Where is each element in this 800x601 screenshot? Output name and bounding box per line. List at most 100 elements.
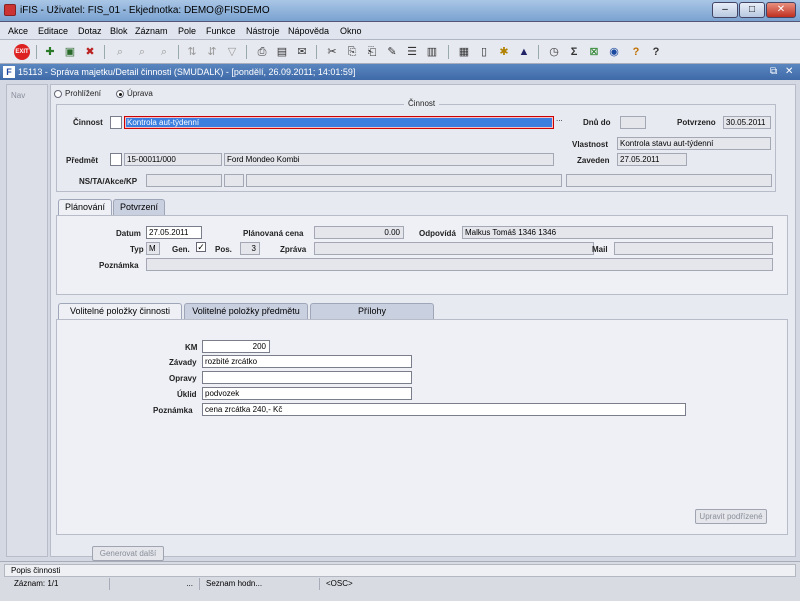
nav-label[interactable]: Nav xyxy=(11,91,25,100)
paste-icon[interactable]: ⎗ xyxy=(364,44,380,60)
list-icon[interactable]: ☰ xyxy=(404,44,420,60)
upravit-podrizene-button[interactable]: Upravit podřízené xyxy=(695,509,767,524)
new-record-icon[interactable]: ✚ xyxy=(42,44,58,60)
menu-bar: Akce Editace Dotaz Blok Záznam Pole Funk… xyxy=(0,22,800,40)
tab-planovani[interactable]: Plánování xyxy=(58,199,112,215)
ns-field[interactable] xyxy=(146,174,222,187)
volitelne-poznamka-field[interactable]: cena zrcátka 240,- Kč xyxy=(202,403,686,416)
document-icon[interactable]: ▯ xyxy=(476,44,492,60)
minimize-button[interactable]: – xyxy=(712,2,738,18)
restore-form-icon[interactable]: ⧉ xyxy=(770,66,777,77)
menu-napoveda[interactable]: Nápověda xyxy=(288,26,329,36)
toolbar-separator xyxy=(36,45,37,59)
excel-icon[interactable]: ⊠ xyxy=(586,44,602,60)
pos-label: Pos. xyxy=(215,245,232,254)
globe-icon[interactable]: ◉ xyxy=(606,44,622,60)
mode-radio-uprava[interactable] xyxy=(116,90,124,98)
ta-field[interactable] xyxy=(224,174,244,187)
close-window-button[interactable]: ✕ xyxy=(766,2,796,18)
tab-volitelne-cinnosti[interactable]: Volitelné položky činnosti xyxy=(58,303,182,319)
menu-dotaz[interactable]: Dotaz xyxy=(78,26,102,36)
pos-field[interactable]: 3 xyxy=(240,242,260,255)
cinnost-flag-field[interactable] xyxy=(110,116,122,129)
toolbar: EXIT ✚ ▣ ✖ ⌕ ⌕ ⌕ ⇅ ⇵ ▽ ⎙ ▤ ✉ ✂ ⎘ ⎗ ✎ ☰ ▥… xyxy=(0,40,800,64)
gen-label: Gen. xyxy=(172,245,190,254)
menu-nastroje[interactable]: Nástroje xyxy=(246,26,280,36)
form-titlebar: F 15113 - Správa majetku/Detail činnosti… xyxy=(0,64,800,80)
help-icon[interactable]: ? xyxy=(628,44,644,60)
filter-icon[interactable]: ▽ xyxy=(224,44,240,60)
menu-okno[interactable]: Okno xyxy=(340,26,362,36)
tab-potvrzeni[interactable]: Potvrzení xyxy=(113,199,165,215)
toolbar-separator xyxy=(104,45,105,59)
zprava-field[interactable] xyxy=(314,242,594,255)
menu-pole[interactable]: Pole xyxy=(178,26,196,36)
datum-field[interactable]: 27.05.2011 xyxy=(146,226,202,239)
menu-editace[interactable]: Editace xyxy=(38,26,68,36)
tab-prilohy[interactable]: Přílohy xyxy=(310,303,434,319)
vlastnost-label: Vlastnost xyxy=(572,140,609,149)
query-execute-icon[interactable]: ⌕ xyxy=(134,44,150,60)
menu-zaznam[interactable]: Záznam xyxy=(135,26,168,36)
zaveden-field[interactable]: 27.05.2011 xyxy=(617,153,687,166)
typ-field[interactable]: M xyxy=(146,242,160,255)
uklid-field[interactable]: podvozek xyxy=(202,387,412,400)
toolbar-separator xyxy=(246,45,247,59)
volitelne-poznamka-label: Poznámka xyxy=(153,406,193,415)
poznamka-field[interactable] xyxy=(146,258,773,271)
lov-button[interactable]: ... xyxy=(556,114,563,123)
sort-desc-icon[interactable]: ⇵ xyxy=(204,44,220,60)
cinnost-field[interactable]: Kontrola aut-týdenní xyxy=(124,116,554,129)
typ-label: Typ xyxy=(130,245,144,254)
volitelne-panel xyxy=(56,319,788,535)
window-title: iFIS - Uživatel: FIS_01 - Ekjednotka: DE… xyxy=(20,5,270,16)
report-icon[interactable]: ▤ xyxy=(274,44,290,60)
app-icon xyxy=(4,4,16,16)
mode-label-uprava: Úprava xyxy=(127,89,153,98)
clock-icon[interactable]: ◷ xyxy=(546,44,562,60)
km-field[interactable]: 200 xyxy=(202,340,270,353)
cut-icon[interactable]: ✂ xyxy=(324,44,340,60)
maximize-button[interactable]: □ xyxy=(739,2,765,18)
odpovida-field[interactable]: Malkus Tomáš 1346 1346 xyxy=(462,226,773,239)
sort-asc-icon[interactable]: ⇅ xyxy=(184,44,200,60)
delete-record-icon[interactable]: ✖ xyxy=(82,44,98,60)
query-count-icon[interactable]: ⌕ xyxy=(156,44,172,60)
generovat-dalsi-button[interactable]: Generovat další xyxy=(92,546,164,561)
columns-icon[interactable]: ▥ xyxy=(424,44,440,60)
copy-icon[interactable]: ⎘ xyxy=(344,44,360,60)
menu-blok[interactable]: Blok xyxy=(110,26,128,36)
akce-field[interactable] xyxy=(246,174,562,187)
sum-icon[interactable]: Σ xyxy=(566,44,582,60)
opravy-field[interactable] xyxy=(202,371,412,384)
predmet-name-field[interactable]: Ford Mondeo Kombi xyxy=(224,153,554,166)
context-help-icon[interactable]: ? xyxy=(648,44,664,60)
mail-field[interactable] xyxy=(614,242,773,255)
predmet-label: Předmět xyxy=(66,156,99,165)
menu-akce[interactable]: Akce xyxy=(8,26,28,36)
tab-volitelne-predmetu[interactable]: Volitelné položky předmětu xyxy=(184,303,308,319)
predmet-flag-field[interactable] xyxy=(110,153,122,166)
edit-icon[interactable]: ✎ xyxy=(384,44,400,60)
planovana-cena-field[interactable]: 0.00 xyxy=(314,226,404,239)
exit-icon[interactable]: EXIT xyxy=(14,44,30,60)
mail-label: Mail xyxy=(592,245,608,254)
dnu-do-field[interactable] xyxy=(620,116,646,129)
gen-checkbox[interactable]: ✓ xyxy=(196,242,206,252)
close-form-icon[interactable]: ✕ xyxy=(785,66,793,77)
mode-radio-prohlizeni[interactable] xyxy=(54,90,62,98)
zavady-field[interactable]: rozbité zrcátko xyxy=(202,355,412,368)
kp-field[interactable] xyxy=(566,174,772,187)
save-icon[interactable]: ▣ xyxy=(62,44,78,60)
print-icon[interactable]: ⎙ xyxy=(254,44,270,60)
planovana-cena-label: Plánovaná cena xyxy=(243,229,304,238)
menu-funkce[interactable]: Funkce xyxy=(206,26,236,36)
vlastnost-field[interactable]: Kontrola stavu aut-týdenní xyxy=(617,137,771,150)
calendar-icon[interactable]: ▦ xyxy=(456,44,472,60)
star-icon[interactable]: ✱ xyxy=(496,44,512,60)
mail-icon[interactable]: ✉ xyxy=(294,44,310,60)
predmet-code-field[interactable]: 15-00011/000 xyxy=(124,153,222,166)
query-enter-icon[interactable]: ⌕ xyxy=(112,44,128,60)
triangle-icon[interactable]: ▲ xyxy=(516,44,532,60)
potvrzeno-field[interactable]: 30.05.2011 xyxy=(723,116,771,129)
